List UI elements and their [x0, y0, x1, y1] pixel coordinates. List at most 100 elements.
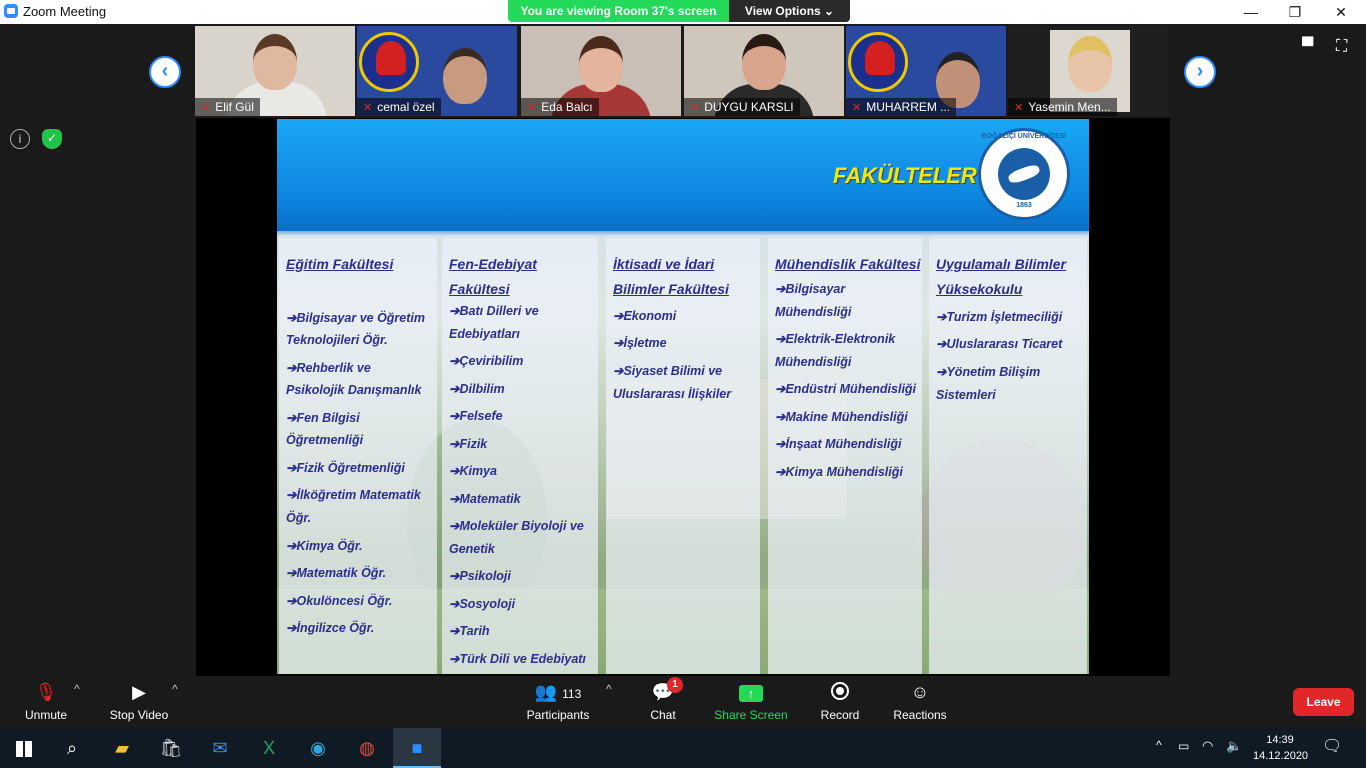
stop-video-label: Stop Video: [109, 708, 169, 722]
department-item: Mühendisliği: [775, 355, 852, 369]
battery-icon[interactable]: ▭: [1178, 739, 1189, 753]
file-explorer-icon[interactable]: ▰: [98, 728, 146, 768]
viewing-room-text: You are viewing Room 37's screen: [508, 0, 729, 22]
department-item: ➔Bilgisayar: [775, 282, 846, 296]
department-item: Genetik: [449, 542, 495, 556]
chrome-icon[interactable]: ◍: [343, 728, 391, 768]
excel-icon[interactable]: X: [245, 728, 293, 768]
department-item: ➔Uluslararası Ticaret: [936, 337, 1063, 351]
department-item: Uluslararası İlişkiler: [613, 387, 732, 401]
share-screen-label: Share Screen: [714, 708, 788, 722]
zoom-taskbar-icon[interactable]: ■: [393, 728, 441, 768]
taskbar-clock[interactable]: 14:39 14.12.2020: [1253, 732, 1308, 764]
department-item: Mühendisliği: [775, 305, 852, 319]
muted-microphone-icon: 🎙: [34, 682, 58, 702]
participants-icon: 👥 113: [534, 682, 582, 702]
gallery-next-button[interactable]: ›: [1184, 56, 1216, 88]
meeting-toolbar: 🎙 Unmute ^ ▶ Stop Video ^ 👥 113 Particip…: [0, 676, 1366, 728]
participant-name: ✕ cemal özel: [357, 98, 441, 116]
stop-video-button[interactable]: ▶ Stop Video: [106, 682, 172, 722]
record-button[interactable]: Record: [820, 682, 860, 722]
faculty-title: Eğitim Fakültesi: [286, 256, 394, 272]
gallery-prev-button[interactable]: ‹: [149, 56, 181, 88]
store-icon[interactable]: 🛍: [147, 728, 195, 768]
participant-face: [253, 34, 297, 90]
participants-options-caret[interactable]: ^: [606, 682, 612, 696]
chat-unread-badge: 1: [667, 677, 683, 693]
participant-tile[interactable]: ✕ cemal özel: [357, 26, 517, 116]
mail-icon[interactable]: ✉: [196, 728, 244, 768]
participant-face: [579, 36, 623, 92]
faculty-column: Mühendislik Fakültesi ➔Bilgisayar Mühend…: [768, 238, 922, 674]
view-options-button[interactable]: View Options ⌄: [729, 0, 850, 22]
window-title: Zoom Meeting: [23, 4, 107, 19]
seal-text: BOĞAZİÇİ ÜNİVERSİTESİ: [981, 133, 1067, 140]
wifi-icon[interactable]: ◠: [1202, 738, 1213, 754]
department-item: ➔Dilbilim: [449, 382, 505, 396]
layout-icon[interactable]: ▀: [1302, 38, 1313, 56]
faculty-column: Fen-Edebiyat Fakültesi ➔Batı Dilleri ve E…: [442, 238, 598, 674]
department-item: ➔İngilizce Öğr.: [286, 621, 375, 635]
unmute-label: Unmute: [24, 708, 68, 722]
department-item: ➔Sosyoloji: [449, 597, 516, 611]
participants-label: Participants: [526, 708, 590, 722]
fullscreen-icon[interactable]: ⛶: [1336, 38, 1347, 56]
department-item: ➔Batı Dilleri ve: [449, 304, 539, 318]
faculty-title: Fen-Edebiyat Fakültesi: [449, 256, 537, 297]
video-options-caret[interactable]: ^: [172, 682, 178, 696]
faculty-column: İktisadi ve İdari Bilimler Fakültesi ➔Eko…: [606, 238, 760, 674]
muted-mic-icon: ✕: [852, 102, 862, 114]
department-item: ➔Kimya Mühendisliği: [775, 465, 903, 479]
participant-tile[interactable]: ✕ DUYGU KARSLI: [684, 26, 844, 116]
department-item: Teknolojileri Öğr.: [286, 333, 388, 347]
department-item: ➔Fizik: [449, 437, 488, 451]
participants-button[interactable]: 👥 113 Participants: [524, 682, 592, 722]
leave-meeting-button[interactable]: Leave: [1293, 688, 1354, 716]
participant-tile[interactable]: ✕ Yasemin Men...: [1008, 26, 1168, 116]
start-button[interactable]: [0, 728, 48, 768]
department-item: ➔Bilgisayar ve Öğretim: [286, 311, 426, 325]
department-item: ➔Rehberlik ve: [286, 361, 371, 375]
encryption-shield-icon[interactable]: ✓: [42, 129, 62, 149]
participant-tile[interactable]: ✕ Eda Balcı: [521, 26, 681, 116]
department-item: ➔Kimya Öğr.: [286, 539, 363, 553]
department-item: ➔İnşaat Mühendisliği: [775, 437, 902, 451]
audio-options-caret[interactable]: ^: [74, 682, 80, 696]
department-item: ➔Makine Mühendisliği: [775, 410, 908, 424]
chat-label: Chat: [650, 708, 676, 722]
shared-screen: FAKÜLTELER BOĞAZİÇİ ÜNİVERSİTESİ 1863 Eğ…: [196, 118, 1170, 676]
notifications-icon[interactable]: 🗨: [1322, 736, 1342, 756]
organization-logo-icon: [848, 32, 908, 92]
reactions-button[interactable]: ☺ Reactions: [892, 682, 948, 722]
participant-name: ✕ Eda Balcı: [521, 98, 599, 116]
seal-year: 1863: [1016, 202, 1032, 209]
restore-button[interactable]: ❐: [1272, 0, 1318, 24]
department-item: ➔Psikoloji: [449, 569, 511, 583]
department-item: Öğr.: [286, 511, 312, 525]
edge-browser-icon[interactable]: ◉: [294, 728, 342, 768]
department-item: ➔Moleküler Biyoloji ve: [449, 519, 584, 533]
participant-face: [1068, 36, 1112, 92]
search-icon[interactable]: ⌕: [48, 728, 96, 768]
department-item: Öğretmenliği: [286, 433, 364, 447]
tray-expand-icon[interactable]: ^: [1156, 738, 1162, 752]
reactions-icon: ☺: [910, 682, 930, 702]
close-button[interactable]: ✕: [1318, 0, 1364, 24]
department-item: ➔Elektrik-Elektronik: [775, 332, 896, 346]
info-icon[interactable]: i: [10, 129, 30, 149]
organization-logo-icon: [359, 32, 419, 92]
zoom-app-icon: [4, 4, 18, 18]
department-item: Psikolojik Danışmanlık: [286, 383, 422, 397]
department-item: ➔Siyaset Bilimi ve: [613, 364, 723, 378]
muted-mic-icon: ✕: [201, 102, 211, 114]
participant-tile[interactable]: ✕ Elif Gül: [195, 26, 355, 116]
department-item: ➔Turizm İşletmeciliği: [936, 310, 1063, 324]
participant-tile[interactable]: ✕ MUHARREM ...: [846, 26, 1006, 116]
minimize-button[interactable]: —: [1228, 0, 1274, 24]
volume-icon[interactable]: 🔈: [1226, 738, 1242, 754]
department-item: ➔Endüstri Mühendisliği: [775, 382, 917, 396]
meeting-stage: ‹ › ✕ Elif Gül ✕ cemal özel ✕ Eda Balcı ✕ DU…: [0, 24, 1366, 676]
muted-mic-icon: ✕: [527, 102, 537, 114]
share-screen-button[interactable]: ↑ Share Screen: [714, 682, 788, 722]
unmute-button[interactable]: 🎙 Unmute: [20, 682, 72, 722]
